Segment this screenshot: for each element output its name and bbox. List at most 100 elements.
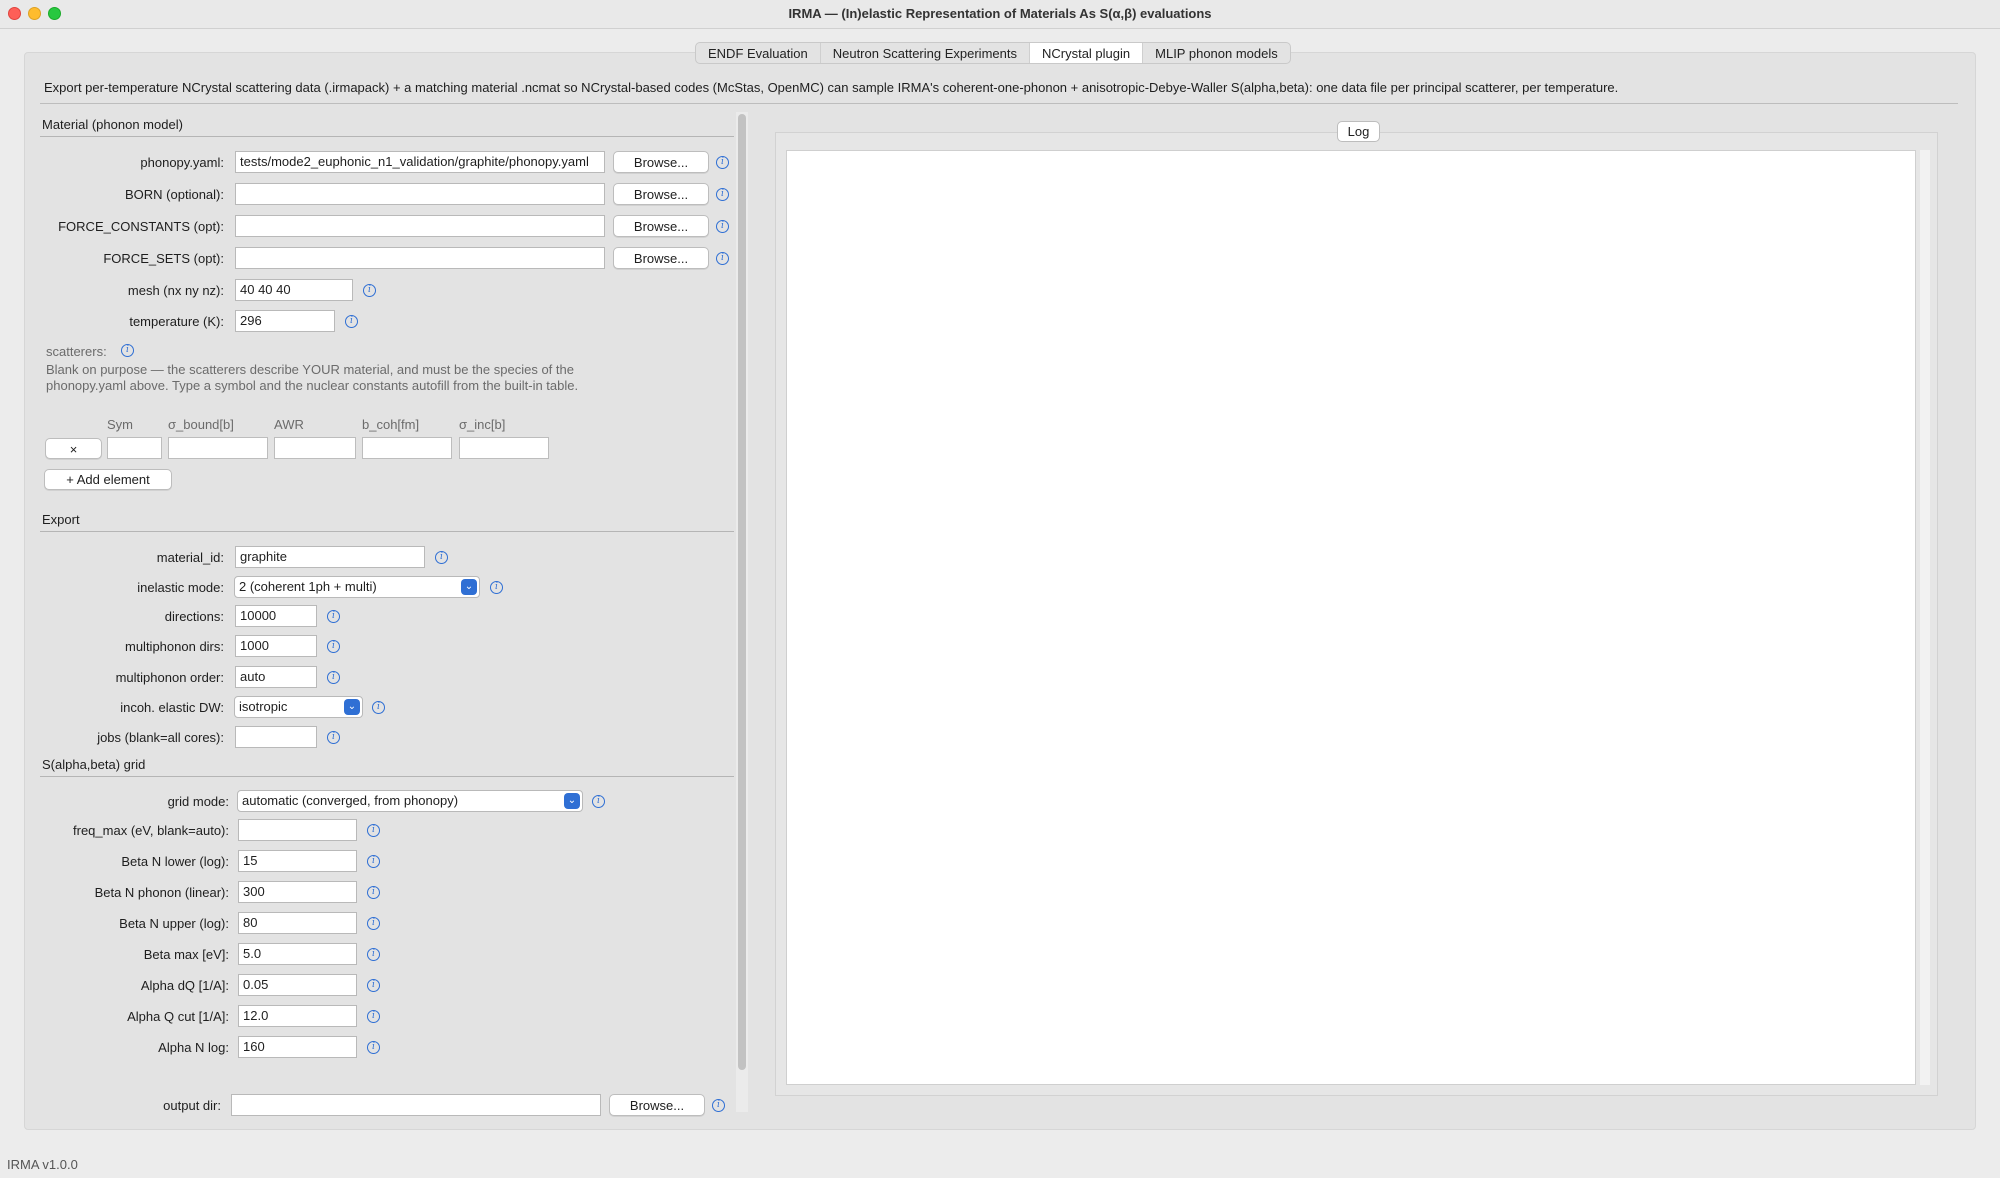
beta-n-lower-field[interactable]: 15 bbox=[238, 850, 357, 872]
material-id-label: material_id: bbox=[156, 550, 224, 565]
alpha-n-log-label: Alpha N log: bbox=[158, 1040, 229, 1055]
tab-bar: ENDF Evaluation Neutron Scattering Exper… bbox=[695, 42, 1291, 64]
scatterer-sigma-inc-input[interactable] bbox=[459, 437, 549, 459]
info-icon[interactable]: i bbox=[716, 156, 729, 169]
scatterer-b-coh-input[interactable] bbox=[362, 437, 452, 459]
info-icon[interactable]: i bbox=[367, 886, 380, 899]
log-scrollbar[interactable] bbox=[1920, 150, 1930, 1085]
left-scrollbar[interactable] bbox=[738, 114, 746, 1070]
force-constants-field[interactable] bbox=[235, 215, 605, 237]
material-id-field[interactable]: graphite bbox=[235, 546, 425, 568]
beta-n-phonon-field[interactable]: 300 bbox=[238, 881, 357, 903]
tab-endf-evaluation[interactable]: ENDF Evaluation bbox=[696, 43, 821, 63]
window-title: IRMA — (In)elastic Representation of Mat… bbox=[788, 6, 1212, 21]
alpha-n-log-field[interactable]: 160 bbox=[238, 1036, 357, 1058]
add-element-button[interactable]: + Add element bbox=[44, 469, 172, 490]
description-text: Export per-temperature NCrystal scatteri… bbox=[44, 80, 1619, 95]
log-text-area[interactable] bbox=[786, 150, 1916, 1085]
title-bar: IRMA — (In)elastic Representation of Mat… bbox=[0, 0, 2000, 29]
beta-n-upper-field[interactable]: 80 bbox=[238, 912, 357, 934]
mesh-field[interactable]: 40 40 40 bbox=[235, 279, 353, 301]
version-label: IRMA v1.0.0 bbox=[7, 1157, 78, 1172]
tab-mlip-phonon-models[interactable]: MLIP phonon models bbox=[1143, 43, 1290, 63]
multiphonon-order-field[interactable]: auto bbox=[235, 666, 317, 688]
info-icon[interactable]: i bbox=[367, 917, 380, 930]
beta-max-field[interactable]: 5.0 bbox=[238, 943, 357, 965]
inelastic-mode-value: 2 (coherent 1ph + multi) bbox=[239, 579, 377, 594]
info-icon[interactable]: i bbox=[367, 824, 380, 837]
jobs-field[interactable] bbox=[235, 726, 317, 748]
force-sets-browse-button[interactable]: Browse... bbox=[613, 247, 709, 269]
log-tab-button[interactable]: Log bbox=[1337, 121, 1380, 142]
multiphonon-dirs-label: multiphonon dirs: bbox=[125, 639, 224, 654]
force-sets-field[interactable] bbox=[235, 247, 605, 269]
force-constants-browse-button[interactable]: Browse... bbox=[613, 215, 709, 237]
info-icon[interactable]: i bbox=[121, 344, 134, 357]
info-icon[interactable]: i bbox=[716, 220, 729, 233]
info-icon[interactable]: i bbox=[367, 979, 380, 992]
scatterer-sigma-bound-input[interactable] bbox=[168, 437, 268, 459]
column-header-sigma-inc: σ_inc[b] bbox=[459, 417, 506, 432]
info-icon[interactable]: i bbox=[367, 855, 380, 868]
alpha-dq-field[interactable]: 0.05 bbox=[238, 974, 357, 996]
info-icon[interactable]: i bbox=[345, 315, 358, 328]
divider bbox=[40, 531, 734, 532]
phonopy-browse-button[interactable]: Browse... bbox=[613, 151, 709, 173]
info-icon[interactable]: i bbox=[327, 640, 340, 653]
info-icon[interactable]: i bbox=[490, 581, 503, 594]
freq-max-label: freq_max (eV, blank=auto): bbox=[73, 823, 229, 838]
section-title-export: Export bbox=[42, 512, 80, 527]
info-icon[interactable]: i bbox=[367, 948, 380, 961]
jobs-label: jobs (blank=all cores): bbox=[97, 730, 224, 745]
info-icon[interactable]: i bbox=[716, 188, 729, 201]
phonopy-field[interactable]: tests/mode2_euphonic_n1_validation/graph… bbox=[235, 151, 605, 173]
alpha-q-cut-field[interactable]: 12.0 bbox=[238, 1005, 357, 1027]
divider bbox=[40, 776, 734, 777]
freq-max-field[interactable] bbox=[238, 819, 357, 841]
temperature-field[interactable]: 296 bbox=[235, 310, 335, 332]
scatterer-sym-input[interactable] bbox=[107, 437, 162, 459]
inelastic-mode-label: inelastic mode: bbox=[137, 580, 224, 595]
grid-mode-label: grid mode: bbox=[167, 794, 229, 809]
info-icon[interactable]: i bbox=[327, 610, 340, 623]
info-icon[interactable]: i bbox=[367, 1010, 380, 1023]
info-icon[interactable]: i bbox=[592, 795, 605, 808]
born-browse-button[interactable]: Browse... bbox=[613, 183, 709, 205]
info-icon[interactable]: i bbox=[367, 1041, 380, 1054]
column-header-awr: AWR bbox=[274, 417, 304, 432]
output-dir-browse-button[interactable]: Browse... bbox=[609, 1094, 705, 1116]
column-header-b-coh: b_coh[fm] bbox=[362, 417, 420, 432]
alpha-dq-label: Alpha dQ [1/A]: bbox=[140, 978, 229, 993]
info-icon[interactable]: i bbox=[716, 252, 729, 265]
grid-mode-select[interactable]: automatic (converged, from phonopy) ⌄ bbox=[237, 790, 583, 812]
info-icon[interactable]: i bbox=[327, 671, 340, 684]
born-field[interactable] bbox=[235, 183, 605, 205]
born-label: BORN (optional): bbox=[125, 187, 224, 202]
directions-field[interactable]: 10000 bbox=[235, 605, 317, 627]
info-icon[interactable]: i bbox=[327, 731, 340, 744]
scatterer-awr-input[interactable] bbox=[274, 437, 356, 459]
multiphonon-order-label: multiphonon order: bbox=[115, 670, 224, 685]
tab-neutron-scattering-experiments[interactable]: Neutron Scattering Experiments bbox=[821, 43, 1030, 63]
remove-scatterer-button[interactable]: × bbox=[45, 438, 102, 459]
grid-mode-value: automatic (converged, from phonopy) bbox=[242, 793, 459, 808]
info-icon[interactable]: i bbox=[372, 701, 385, 714]
inelastic-mode-select[interactable]: 2 (coherent 1ph + multi) ⌄ bbox=[234, 576, 480, 598]
incoh-elastic-dw-select[interactable]: isotropic ⌄ bbox=[234, 696, 363, 718]
output-dir-label: output dir: bbox=[163, 1098, 221, 1113]
column-header-sigma-bound: σ_bound[b] bbox=[168, 417, 234, 432]
temperature-label: temperature (K): bbox=[129, 314, 224, 329]
chevron-down-icon: ⌄ bbox=[564, 793, 580, 809]
phonopy-label: phonopy.yaml: bbox=[140, 155, 224, 170]
scatterers-label: scatterers: bbox=[46, 344, 107, 359]
info-icon[interactable]: i bbox=[712, 1099, 725, 1112]
output-dir-field[interactable] bbox=[231, 1094, 601, 1116]
tab-ncrystal-plugin[interactable]: NCrystal plugin bbox=[1029, 43, 1144, 63]
info-icon[interactable]: i bbox=[363, 284, 376, 297]
force-constants-label: FORCE_CONSTANTS (opt): bbox=[58, 219, 224, 234]
mesh-label: mesh (nx ny nz): bbox=[127, 283, 224, 298]
multiphonon-dirs-field[interactable]: 1000 bbox=[235, 635, 317, 657]
incoh-elastic-dw-value: isotropic bbox=[239, 699, 288, 714]
beta-n-upper-label: Beta N upper (log): bbox=[119, 916, 229, 931]
info-icon[interactable]: i bbox=[435, 551, 448, 564]
